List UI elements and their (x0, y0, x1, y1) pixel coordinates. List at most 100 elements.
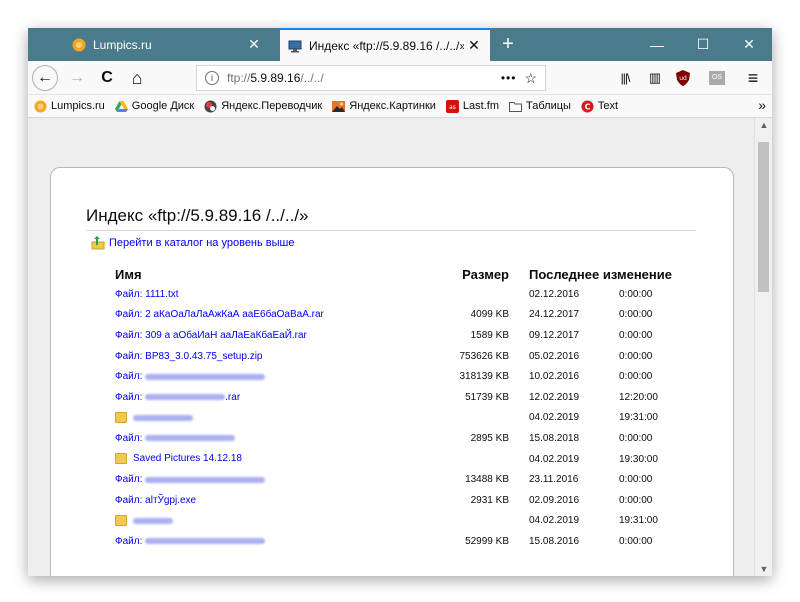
file-link[interactable]: Файл: 1111.txt (115, 289, 179, 300)
file-row: Файл: 1111.txt 02.12.2016 0:00:00 (115, 284, 699, 305)
file-prefix: Файл: (115, 371, 143, 383)
row-name-cell[interactable]: Файл: (115, 366, 405, 387)
file-prefix: Файл: (115, 391, 143, 403)
reload-button[interactable]: C (94, 65, 120, 91)
row-name-cell[interactable]: Файл: 309 а аОбаИаН ааЛаЕаКбаЕаЙ.rar (115, 325, 405, 346)
row-name-cell[interactable]: Файл: (115, 428, 405, 449)
file-link[interactable]: Файл: (115, 432, 236, 444)
sidebar-icon[interactable]: ▥ (642, 65, 668, 91)
bookmark-folder-tables[interactable]: Таблицы (509, 100, 571, 113)
row-name-cell[interactable] (115, 408, 405, 429)
back-button[interactable]: ← (32, 65, 58, 91)
bookmarks-overflow-button[interactable]: » (758, 97, 766, 113)
folder-row: Saved Pictures 14.12.18 04.02.2019 19:30:0… (115, 449, 699, 470)
tab-close-button[interactable]: ✕ (464, 37, 484, 54)
date-cell: 04.02.2019 (529, 453, 580, 465)
ublock-icon[interactable]: ud (670, 65, 696, 91)
folder-row: 04.02.2019 19:31:00 (115, 511, 699, 532)
tab-lumpics[interactable]: Lumpics.ru ✕ (64, 28, 270, 61)
time-cell: 12:20:00 (619, 391, 658, 403)
navigation-bar: ← → C ⌂ i ftp:// 5.9.89.16 /../../ ••• ☆… (28, 61, 772, 95)
new-tab-button[interactable]: + (496, 32, 520, 56)
folder-link[interactable] (133, 515, 173, 526)
close-window-button[interactable]: ✕ (726, 28, 772, 61)
tab-close-button[interactable]: ✕ (244, 36, 264, 53)
divider (86, 230, 696, 231)
scrollbar-thumb[interactable] (758, 142, 769, 292)
copyright-icon: C (581, 100, 594, 112)
row-name-cell[interactable]: Файл: 2 аКаОаЛаЛаАжКаА ааЕ6баОаВаА.rar (115, 305, 405, 326)
size-cell (405, 511, 529, 532)
redacted-name (145, 373, 266, 380)
address-bar[interactable]: i ftp:// 5.9.89.16 /../../ ••• ☆ (196, 65, 546, 91)
size-cell: 2895 KB (470, 432, 509, 444)
time-cell: 0:00:00 (619, 309, 653, 321)
size-cell (405, 408, 529, 429)
row-name-cell[interactable]: Файл: alтЎgpj.exe (115, 490, 405, 511)
row-name-cell[interactable]: Saved Pictures 14.12.18 (115, 449, 405, 470)
row-name-cell[interactable]: Файл: (115, 469, 405, 490)
date-cell: 10.02.2016 (529, 371, 580, 383)
file-prefix: Файл: (115, 432, 143, 444)
maximize-button[interactable]: ☐ (680, 28, 726, 61)
bookmark-lumpics[interactable]: Lumpics.ru (34, 100, 105, 113)
file-link[interactable]: Файл: (115, 474, 266, 485)
tab-title: Индекс «ftp://5.9.89.16 /../../» (309, 38, 464, 53)
minimize-button[interactable]: — (634, 28, 680, 61)
menu-button[interactable]: ≡ (740, 65, 766, 91)
column-header-modified[interactable]: Последнее изменение (529, 264, 699, 284)
row-name-cell[interactable]: Файл: (115, 531, 405, 552)
size-cell: 51739 KB (465, 391, 509, 403)
bookmark-text[interactable]: C Text (581, 100, 618, 113)
orange-circle-icon (34, 100, 47, 112)
library-icon[interactable]: |||\ (612, 65, 638, 91)
file-link[interactable]: Файл: 2 аКаОаЛаЛаАжКаА ааЕ6баОаВаА.rar (115, 309, 324, 320)
column-header-size[interactable]: Размер (405, 264, 529, 284)
file-prefix: Файл: (115, 329, 143, 341)
file-link[interactable]: Файл: (115, 371, 266, 383)
tab-title: Lumpics.ru (93, 37, 152, 52)
file-prefix: Файл: (115, 288, 143, 300)
file-row: Файл: .rar 51739 KB 12.02.2019 12:20:00 (115, 387, 699, 408)
file-row: Файл: 318139 KB 10.02.2016 0:00:00 (115, 366, 699, 387)
row-name-cell[interactable] (115, 511, 405, 532)
file-link[interactable]: Файл: alтЎgpj.exe (115, 495, 196, 506)
column-header-name[interactable]: Имя (115, 264, 405, 284)
home-button[interactable]: ⌂ (124, 65, 150, 91)
item-name: 2 аКаОаЛаЛаАжКаА ааЕ6баОаВаА.rar (145, 309, 324, 321)
bookmark-yandex-images[interactable]: Яндекс.Картинки (332, 100, 436, 113)
file-link[interactable]: Файл: BP83_3.0.43.75_setup.zip (115, 351, 262, 362)
os-extension-icon[interactable]: OS (704, 65, 730, 91)
size-cell: 13488 KB (465, 474, 509, 486)
time-cell: 0:00:00 (619, 288, 653, 300)
file-link[interactable]: Файл: .rar (115, 392, 240, 403)
row-name-cell[interactable]: Файл: BP83_3.0.43.75_setup.zip (115, 346, 405, 367)
item-name: Saved Pictures 14.12.18 (133, 453, 242, 465)
bookmark-star-icon[interactable]: ☆ (524, 70, 537, 87)
bookmark-lastfm[interactable]: as Last.fm (445, 99, 499, 113)
size-cell: 52999 KB (465, 535, 509, 547)
vertical-scrollbar[interactable]: ▲ ▼ (754, 118, 772, 576)
file-link[interactable]: Файл: (115, 536, 266, 547)
parent-directory-link[interactable]: Перейти в каталог на уровень выше (91, 236, 295, 250)
file-row: Файл: 13488 KB 23.11.2016 0:00:00 (115, 469, 699, 490)
file-row: Файл: 2 аКаОаЛаЛаАжКаА ааЕ6баОаВаА.rar 40… (115, 305, 699, 326)
scroll-up-arrow-icon[interactable]: ▲ (755, 120, 772, 130)
forward-button[interactable]: → (64, 65, 90, 91)
file-link[interactable]: Файл: 309 а аОбаИаН ааЛаЕаКбаЕаЙ.rar (115, 330, 307, 341)
bookmark-yandex-translate[interactable]: Яндекс.Переводчик (204, 100, 322, 113)
ublock-label: ud (679, 75, 687, 82)
info-icon[interactable]: i (205, 71, 219, 85)
date-cell: 04.02.2019 (529, 412, 580, 424)
file-row: Файл: 52999 KB 15.08.2016 0:00:00 (115, 531, 699, 552)
folder-link[interactable] (133, 412, 193, 423)
time-cell: 19:30:00 (619, 453, 658, 465)
tab-ftp-index[interactable]: Индекс «ftp://5.9.89.16 /../../» ✕ (280, 28, 490, 61)
row-name-cell[interactable]: Файл: .rar (115, 387, 405, 408)
page-actions-button[interactable]: ••• (501, 71, 517, 85)
row-name-cell[interactable]: Файл: 1111.txt (115, 284, 405, 305)
folder-link[interactable]: Saved Pictures 14.12.18 (133, 454, 242, 465)
folder-icon (115, 412, 127, 424)
scroll-down-arrow-icon[interactable]: ▼ (755, 564, 772, 574)
bookmark-google-drive[interactable]: Google Диск (114, 100, 194, 113)
